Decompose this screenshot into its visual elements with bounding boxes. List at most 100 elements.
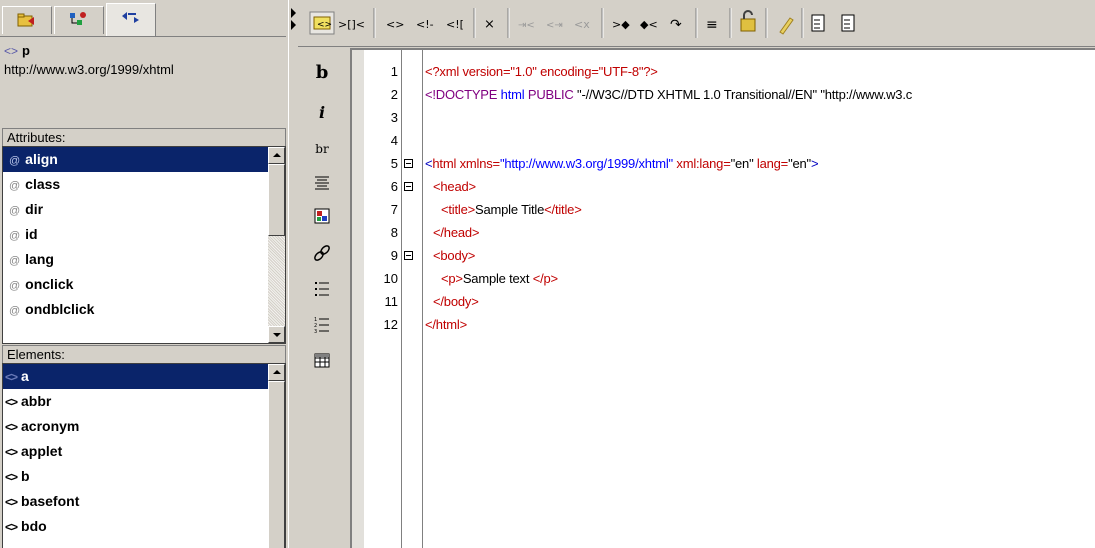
align-icon[interactable] [306, 169, 338, 197]
doctype-root: html [500, 87, 525, 102]
code-line-8: </head> [433, 221, 480, 244]
current-element: <> p [4, 43, 30, 58]
code-line-10: <p>Sample text </p> [441, 267, 558, 290]
validate-button[interactable] [481, 12, 507, 34]
html-close-tag: </html> [425, 317, 467, 332]
insert-tag-button[interactable] [384, 12, 410, 34]
attribute-item[interactable]: @ ondblclick [3, 297, 285, 322]
element-item[interactable]: <> b [3, 464, 285, 489]
link-icon[interactable] [306, 239, 338, 267]
code-line-6: <head> [433, 175, 476, 198]
attributes-scrollbar[interactable] [268, 147, 285, 343]
element-item[interactable]: <> acronym [3, 414, 285, 439]
attribute-name: ondblclick [25, 301, 95, 317]
element-item[interactable]: <> abbr [3, 389, 285, 414]
scroll-up-button[interactable] [268, 364, 285, 381]
element-item[interactable]: <> applet [3, 439, 285, 464]
code-line-11: </body> [433, 290, 479, 313]
attributes-list[interactable]: @ align @ class @ dir @ id @ lang @ onclick @ ondblcl… [2, 146, 286, 344]
element-item[interactable]: <> basefont [3, 489, 285, 514]
attribute-item[interactable]: @ dir [3, 197, 285, 222]
attribute-icon: @ [9, 205, 21, 217]
scroll-thumb[interactable] [268, 381, 285, 548]
step-over-button[interactable] [544, 12, 570, 34]
attr-value: "en" [788, 156, 811, 171]
scroll-thumb[interactable] [268, 164, 285, 236]
unlock-icon[interactable] [736, 12, 762, 34]
clean-button[interactable] [774, 12, 800, 34]
insert-comment-button[interactable] [414, 12, 440, 34]
attribute-item[interactable]: @ class [3, 172, 285, 197]
scroll-up-button[interactable] [268, 147, 285, 164]
element-icon: <> [5, 420, 18, 434]
step-in-button[interactable] [516, 12, 542, 34]
doctype-uri: "http://www.w3.c [820, 87, 913, 102]
elements-scrollbar[interactable] [268, 364, 285, 548]
element-item[interactable]: <> a [3, 364, 285, 389]
scroll-down-button[interactable] [268, 326, 285, 343]
step-out-button[interactable] [572, 12, 598, 34]
code-line-2: <!DOCTYPE html PUBLIC "-//W3C//DTD XHTML… [425, 83, 912, 106]
bulleted-list-icon[interactable] [306, 275, 338, 303]
element-tag-icon: <> [4, 44, 19, 58]
collapse-button[interactable] [610, 12, 636, 34]
tab-elements[interactable] [106, 3, 156, 36]
panel-splitter[interactable] [288, 0, 298, 548]
attribute-name: class [25, 176, 61, 192]
indent-button[interactable] [806, 12, 832, 34]
code-line-12: </html> [425, 313, 467, 336]
head-close-tag: </head> [433, 225, 480, 240]
line-number: 2 [390, 87, 398, 102]
element-name: applet [21, 443, 63, 459]
table-icon[interactable] [306, 347, 338, 375]
element-item[interactable]: <> bdo [3, 514, 285, 539]
element-icon: <> [5, 370, 18, 384]
editor-margin [352, 50, 364, 548]
italic-button[interactable]: i [306, 99, 338, 127]
image-icon[interactable] [306, 203, 338, 231]
fold-toggle-icon[interactable] [404, 251, 413, 260]
elements-list[interactable]: <> a <> abbr <> acronym <> applet <> b <> basefont <… [2, 363, 286, 548]
line-number: 11 [384, 294, 399, 309]
doctype-fpi: "-//W3C//DTD XHTML 1.0 Transitional//EN" [577, 87, 817, 102]
element-name: a [21, 368, 29, 384]
title-text: Sample Title [475, 202, 545, 217]
attribute-name: align [25, 151, 58, 167]
redo-button[interactable] [666, 12, 692, 34]
fold-toggle-icon[interactable] [404, 182, 413, 191]
attribute-name: onclick [25, 276, 74, 292]
head-open-tag: <head> [433, 179, 476, 194]
line-break-button[interactable]: br [306, 135, 338, 163]
attribute-item[interactable]: @ align [3, 147, 285, 172]
split-view-button[interactable] [338, 12, 364, 34]
code-line-5: <html xmlns="http://www.w3.org/1999/xhtm… [425, 152, 819, 175]
p-open-tag: <p> [441, 271, 463, 286]
attribute-item[interactable]: @ id [3, 222, 285, 247]
code-editor[interactable]: 1 2 3 4 5 6 7 8 9 10 11 12 <?xml version="1.0" enco… [350, 48, 1095, 548]
line-number: 5 [390, 156, 398, 171]
collapse-arrow-icon[interactable] [291, 20, 296, 30]
tab-browser[interactable] [2, 6, 52, 34]
elements-header: Elements: [2, 345, 286, 363]
element-info: <> p http://www.w3.org/1999/xhtml [0, 36, 286, 129]
numbered-list-icon[interactable]: 1 2 3 [306, 311, 338, 339]
tab-structure[interactable] [54, 6, 104, 34]
tag-view-button[interactable] [310, 12, 336, 34]
insert-cdata-button[interactable] [444, 12, 470, 34]
fold-toggle-icon[interactable] [404, 159, 413, 168]
attribute-item[interactable]: @ onclick [3, 272, 285, 297]
svg-text:3: 3 [314, 329, 317, 335]
format-button[interactable] [703, 12, 729, 34]
main-toolbar: <> >[]< <> <!- <![ ⨯ ⇥< <⇥ <x >◆ ◆< ↷ ≡ [298, 0, 1095, 47]
attr-name: xmlns= [459, 156, 501, 171]
expand-button[interactable] [638, 12, 664, 34]
attribute-icon: @ [9, 180, 21, 192]
outdent-button[interactable] [836, 12, 862, 34]
element-name: b [21, 468, 30, 484]
line-number: 1 [390, 64, 398, 79]
collapse-arrow-icon[interactable] [291, 8, 296, 18]
bold-button[interactable]: b [306, 59, 338, 87]
element-icon: <> [5, 395, 18, 409]
attribute-item[interactable]: @ lang [3, 247, 285, 272]
attribute-icon: @ [9, 230, 21, 242]
